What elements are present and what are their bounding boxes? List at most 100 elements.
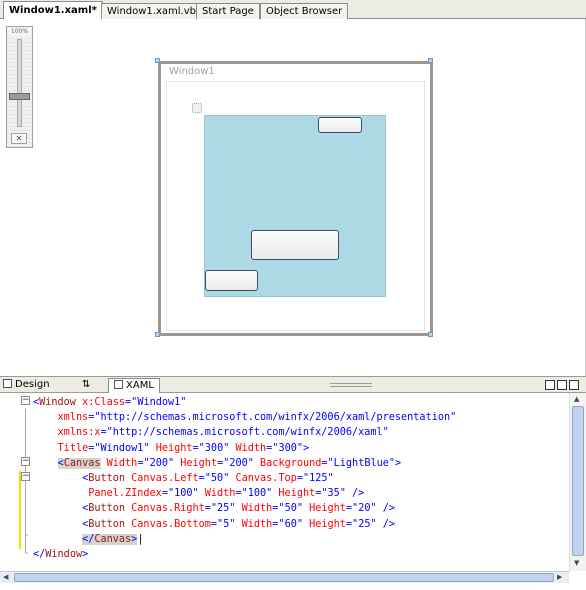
code-token: Height	[149, 442, 193, 454]
scroll-left-icon[interactable]: ◀	[3, 573, 8, 582]
tab-window1-xaml[interactable]: Window1.xaml*	[3, 1, 103, 20]
code-token: " />	[370, 503, 396, 515]
xaml-editor[interactable]: − − − <Window x:Class="Window1" xmlns="h…	[0, 393, 586, 590]
code-token: Button	[88, 503, 126, 515]
code-line[interactable]: <Button Canvas.Bottom="5" Width="60" Hei…	[33, 517, 568, 532]
code-token: ="	[217, 457, 230, 469]
code-token: Window1	[137, 397, 181, 408]
zoom-level-label: 100%	[8, 28, 31, 35]
canvas-button-top[interactable]	[251, 230, 339, 260]
code-token: Canvas.Right	[125, 503, 205, 515]
zoom-slider-track[interactable]	[17, 39, 22, 127]
collapse-button-icon[interactable]: −	[21, 472, 30, 481]
window-title-label: Window1	[169, 66, 215, 77]
vertical-split-icon[interactable]	[545, 380, 555, 390]
resize-handle-top-left[interactable]	[155, 58, 160, 63]
design-surface[interactable]: 100% ✕ Window1	[0, 19, 586, 376]
tab-xaml-label: XAML	[126, 380, 154, 391]
document-tab-strip: Window1.xaml* Window1.xaml.vb Start Page…	[0, 0, 586, 20]
scroll-up-icon[interactable]: ▲	[574, 395, 579, 404]
vertical-scroll-thumb[interactable]	[572, 406, 584, 556]
resize-handle-top-right[interactable]	[428, 58, 433, 63]
code-token: ="	[125, 397, 138, 408]
code-token: Width	[100, 457, 138, 469]
code-token: 100	[247, 488, 267, 500]
code-token: <	[57, 457, 64, 469]
code-token: Height	[302, 503, 346, 515]
code-token: "	[450, 412, 457, 424]
zoom-slider-thumb[interactable]	[9, 93, 30, 100]
code-token: Canvas	[63, 457, 101, 469]
collapse-canvas-icon[interactable]: −	[21, 457, 30, 466]
code-line[interactable]: </Canvas>|	[33, 532, 568, 547]
code-token: Window	[45, 548, 83, 560]
code-token: ="	[315, 488, 328, 500]
tab-xaml[interactable]: XAML	[108, 378, 160, 393]
code-text-area[interactable]: <Window x:Class="Window1" xmlns="http://…	[33, 395, 568, 571]
collapse-pane-icon[interactable]	[569, 380, 579, 390]
scroll-right-icon[interactable]: ▶	[557, 573, 562, 582]
code-line[interactable]: <Canvas Width="200" Height="200" Backgro…	[33, 456, 568, 471]
horizontal-split-icon[interactable]	[557, 380, 567, 390]
code-token: http://schemas.microsoft.com/winfx/2006/…	[100, 412, 451, 424]
code-token: 25	[217, 503, 230, 515]
code-token: 50	[284, 503, 297, 515]
vertical-scrollbar[interactable]: ▲ ▼	[569, 393, 586, 571]
code-token: ="	[296, 472, 310, 484]
code-line[interactable]: Panel.ZIndex="100" Width="100" Height="3…	[33, 486, 568, 501]
canvas-button-bottom[interactable]	[205, 270, 258, 291]
tab-start-page[interactable]: Start Page	[196, 3, 260, 19]
code-line[interactable]: xmlns:x="http://schemas.microsoft.com/wi…	[33, 425, 568, 440]
resize-handle-bottom-right[interactable]	[428, 332, 433, 337]
code-token: Button	[88, 472, 126, 484]
code-line[interactable]: <Button Canvas.Right="25" Width="50" Hei…	[33, 501, 568, 516]
tab-window1-xaml-vb[interactable]: Window1.xaml.vb	[101, 3, 202, 19]
horizontal-scrollbar[interactable]: ◀ ▶	[0, 571, 569, 583]
code-line[interactable]: xmlns="http://schemas.microsoft.com/winf…	[33, 410, 568, 425]
code-line[interactable]: <Window x:Class="Window1"	[33, 395, 568, 410]
xaml-view-icon	[114, 380, 123, 389]
code-token: 20	[358, 503, 371, 515]
swap-panes-icon: ⇅	[82, 379, 91, 390]
code-token: </	[33, 548, 46, 560]
scroll-down-icon[interactable]: ▼	[574, 559, 579, 568]
resize-handle-bottom-left[interactable]	[155, 332, 160, 337]
outline-guides	[19, 409, 30, 554]
code-token: ="	[321, 457, 334, 469]
code-token: Width	[198, 488, 236, 500]
splitter-grip[interactable]	[330, 383, 372, 387]
code-token: Window1	[100, 442, 144, 454]
code-token: Title	[57, 442, 89, 454]
view-tab-strip: Design ⇅ XAML	[0, 376, 586, 393]
code-token: "	[327, 472, 334, 484]
code-token: ="	[88, 412, 101, 424]
canvas-button-right[interactable]	[318, 117, 362, 133]
collapse-window-icon[interactable]: −	[21, 396, 30, 405]
code-token: xmlns	[57, 412, 89, 424]
code-token: ="	[345, 518, 359, 530]
code-token: Width	[235, 503, 273, 515]
swap-panes-button[interactable]: ⇅	[82, 378, 90, 393]
zoom-to-fit-icon[interactable]: ✕	[11, 133, 27, 144]
horizontal-scroll-thumb[interactable]	[14, 573, 554, 582]
code-token: Panel.ZIndex	[88, 488, 162, 500]
move-grip-icon[interactable]	[192, 103, 202, 113]
code-line[interactable]: </Window>	[33, 547, 568, 562]
code-token: Height	[302, 518, 346, 530]
code-line[interactable]: <Button Canvas.Left="50" Canvas.Top="125…	[33, 471, 568, 486]
code-line[interactable]: Title="Window1" Height="300" Width="300"…	[33, 441, 568, 456]
code-token: Width	[235, 518, 273, 530]
code-token: http://schemas.microsoft.com/winfx/2006/…	[112, 427, 383, 439]
code-token: </	[82, 533, 95, 545]
code-token: Canvas	[94, 533, 132, 545]
code-token: Width	[229, 442, 267, 454]
tab-design[interactable]: Design	[3, 378, 50, 393]
tab-object-browser[interactable]: Object Browser	[260, 3, 349, 19]
code-token: Height	[272, 488, 316, 500]
code-token: Button	[88, 518, 126, 530]
design-view-icon	[3, 379, 12, 388]
code-token: ="	[272, 503, 285, 515]
